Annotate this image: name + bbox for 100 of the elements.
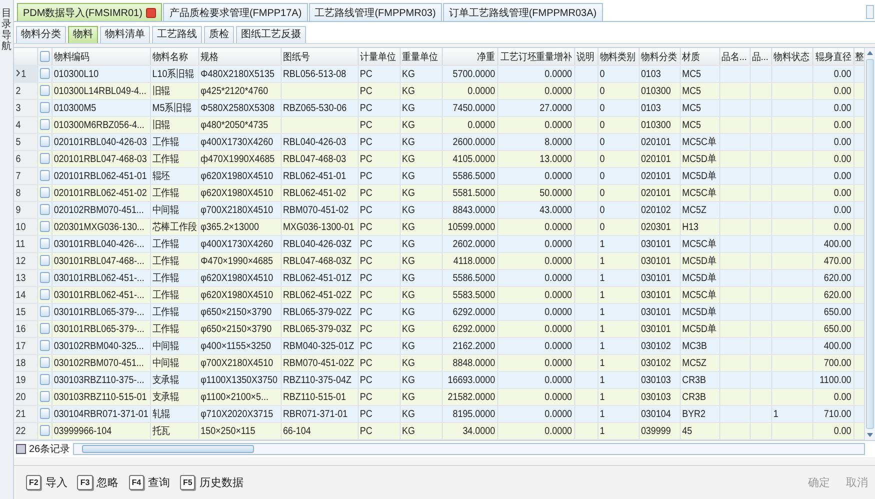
select-all-checkbox[interactable] bbox=[40, 50, 50, 62]
row-number[interactable]: 8 bbox=[16, 188, 21, 198]
column-header[interactable]: 品名... bbox=[719, 48, 750, 66]
vertical-scrollbar[interactable] bbox=[864, 48, 875, 440]
column-header[interactable]: 说明 bbox=[574, 48, 598, 66]
tab[interactable]: 物料分类 bbox=[16, 26, 66, 43]
table-cell: RBL047-468-03 bbox=[280, 150, 358, 168]
table-cell: φ700X2180X4510 bbox=[198, 202, 281, 218]
row-number[interactable]: 2 bbox=[16, 86, 21, 96]
row-checkbox[interactable] bbox=[40, 289, 50, 300]
row-checkbox[interactable] bbox=[40, 221, 50, 232]
table-cell: 0.0000 bbox=[497, 406, 574, 422]
column-header[interactable]: 辊身直径 bbox=[812, 48, 854, 66]
table-cell: 010300M5 bbox=[52, 100, 150, 116]
row-checkbox[interactable] bbox=[40, 425, 50, 436]
table-cell: 020102RBM070-451... bbox=[52, 202, 150, 218]
table-cell: 400.00 bbox=[812, 338, 854, 354]
column-header[interactable]: 物料名称 bbox=[150, 48, 198, 66]
toolbar-button[interactable]: F3 忽略 bbox=[75, 473, 121, 492]
table-cell: MC5C单 bbox=[680, 286, 720, 304]
row-checkbox[interactable] bbox=[40, 68, 50, 80]
row-checkbox[interactable] bbox=[40, 136, 50, 148]
column-header[interactable]: 图纸号 bbox=[280, 48, 358, 66]
toolbar-button[interactable]: F4 查询 bbox=[126, 473, 172, 492]
table-cell: 1 bbox=[598, 304, 639, 320]
grid-options-icon[interactable] bbox=[16, 444, 26, 454]
row-checkbox[interactable] bbox=[40, 340, 50, 352]
row-checkbox[interactable] bbox=[40, 85, 50, 96]
tab-menu-icon[interactable] bbox=[866, 5, 874, 19]
column-header[interactable]: 净重 bbox=[442, 48, 498, 66]
row-checkbox[interactable] bbox=[40, 153, 50, 164]
tab[interactable]: 物料清单 bbox=[100, 26, 150, 43]
table-cell: KG bbox=[400, 66, 442, 82]
table-cell: MC5D单 bbox=[680, 252, 720, 270]
row-number[interactable]: 3 bbox=[16, 102, 21, 114]
table-cell: 150×250×115 bbox=[198, 422, 281, 440]
tab[interactable]: 质检 bbox=[204, 26, 234, 43]
column-header[interactable]: 物料状态 bbox=[771, 48, 812, 66]
table-cell: RBL047-468-03Z bbox=[280, 252, 358, 270]
column-header[interactable]: 物料类别 bbox=[598, 48, 639, 66]
table-cell: 中间辊 bbox=[150, 354, 198, 372]
row-checkbox[interactable] bbox=[40, 119, 50, 130]
row-number[interactable]: 5 bbox=[16, 136, 21, 148]
tab[interactable]: 工艺路线管理(FMPPMR03) bbox=[308, 3, 442, 21]
tab[interactable]: 产品质检要求管理(FMPP17A) bbox=[163, 3, 308, 21]
table-cell: KG bbox=[400, 372, 442, 388]
table-cell: 470.00 bbox=[812, 252, 854, 270]
row-number[interactable]: 6 bbox=[16, 154, 21, 164]
table-cell: 020101RBL062-451-02 bbox=[52, 184, 150, 202]
table-cell: 0.00 bbox=[812, 150, 854, 168]
column-header[interactable]: 规格 bbox=[198, 48, 281, 66]
table-cell: KG bbox=[400, 286, 442, 304]
row-checkbox[interactable] bbox=[40, 238, 50, 250]
table-cell: PC bbox=[358, 218, 400, 236]
close-icon[interactable] bbox=[146, 8, 156, 18]
table-cell: 中间辊 bbox=[150, 338, 198, 354]
row-checkbox[interactable] bbox=[40, 306, 50, 318]
table-cell: 1 bbox=[598, 286, 639, 304]
row-checkbox[interactable] bbox=[40, 204, 50, 216]
table-cell: KG bbox=[400, 218, 442, 236]
row-checkbox[interactable] bbox=[40, 357, 50, 368]
row-checkbox[interactable] bbox=[40, 391, 50, 402]
table-cell: 8843.0000 bbox=[442, 202, 498, 218]
row-checkbox[interactable] bbox=[40, 323, 50, 334]
row-checkbox[interactable] bbox=[40, 408, 50, 420]
row-number[interactable]: 9 bbox=[16, 204, 21, 216]
column-header[interactable]: 物料分类 bbox=[638, 48, 680, 66]
column-header[interactable]: 品... bbox=[750, 48, 772, 66]
row-checkbox[interactable] bbox=[40, 374, 50, 386]
table-cell: 5586.5000 bbox=[442, 270, 498, 286]
tab[interactable]: 图纸工艺反摄 bbox=[236, 26, 306, 43]
column-header[interactable]: 重量单位 bbox=[400, 48, 442, 66]
toolbar-button[interactable]: F5 历史数据 bbox=[178, 473, 246, 492]
row-number[interactable]: 7 bbox=[16, 170, 21, 182]
row-checkbox[interactable] bbox=[40, 272, 50, 284]
toolbar-button[interactable]: F2 导入 bbox=[24, 473, 70, 492]
table-cell: KG bbox=[400, 116, 442, 134]
row-checkbox[interactable] bbox=[40, 187, 50, 198]
table-cell: 工作辊 bbox=[150, 134, 198, 150]
row-checkbox[interactable] bbox=[40, 170, 50, 182]
tab[interactable]: 工艺路线 bbox=[152, 26, 202, 43]
column-header[interactable]: 工艺订坯重量增补 bbox=[497, 48, 574, 66]
row-checkbox[interactable] bbox=[40, 255, 50, 266]
column-header[interactable]: 计量单位 bbox=[358, 48, 400, 66]
table-cell: PC bbox=[358, 100, 400, 116]
table-cell: 2162.2000 bbox=[442, 338, 498, 354]
column-header[interactable]: 材质 bbox=[680, 48, 720, 66]
tab[interactable]: 订单工艺路线管理(FMPPMR03A) bbox=[442, 3, 603, 21]
tab[interactable]: 物料 bbox=[68, 26, 98, 43]
table-cell: CR3B bbox=[680, 388, 720, 406]
table-cell: PC bbox=[358, 320, 400, 338]
row-checkbox[interactable] bbox=[40, 102, 50, 114]
row-number[interactable]: 4 bbox=[16, 120, 21, 130]
tab[interactable]: PDM数据导入(FMSIMR01) bbox=[17, 3, 162, 21]
row-number[interactable]: 1 bbox=[21, 68, 26, 80]
table-cell: PC bbox=[358, 388, 400, 406]
horizontal-scrollbar[interactable] bbox=[73, 443, 865, 455]
table-cell: Φ480X2180X5135 bbox=[198, 66, 281, 82]
column-header[interactable]: 整 bbox=[854, 48, 864, 66]
column-header[interactable]: 物料编码 bbox=[52, 48, 150, 66]
